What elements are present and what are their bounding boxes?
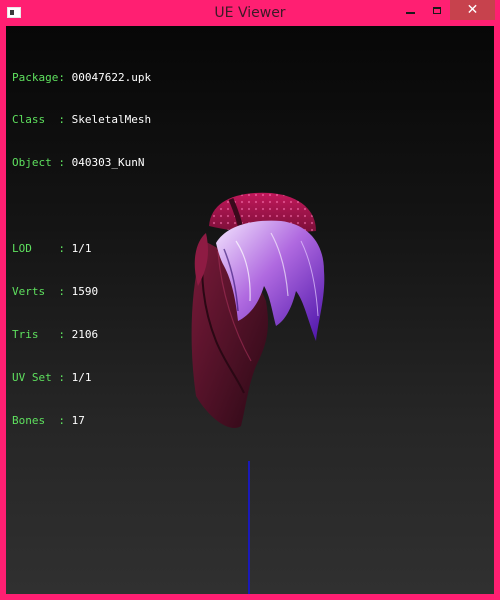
info-row-bones: Bones : 17 [12,414,151,428]
info-row-uvset: UV Set : 1/1 [12,371,151,385]
bones-value: 17 [71,413,85,427]
info-row-tris: Tris : 2106 [12,328,151,342]
close-button[interactable]: ✕ [450,0,495,20]
info-row-package: Package: 00047622.upk [12,71,151,85]
skeletal-mesh-model[interactable] [176,171,336,436]
uvset-value: 1/1 [71,370,92,384]
lod-value: 1/1 [71,242,92,256]
close-icon: ✕ [466,2,479,18]
bones-label: Bones : [12,413,65,427]
info-row-object: Object : 040303_KunN [12,156,151,170]
minimize-icon [406,12,415,14]
class-label: Class : [12,113,65,127]
info-row-lod: LOD : 1/1 [12,242,151,256]
info-row-verts: Verts : 1590 [12,285,151,299]
info-spacer [12,199,151,213]
package-label: Package: [12,70,65,84]
maximize-button[interactable] [424,0,450,20]
3d-viewport[interactable]: Package: 00047622.upk Class : SkeletalMe… [6,26,494,594]
verts-value: 1590 [71,285,99,299]
maximize-icon [433,6,441,14]
package-value: 00047622.upk [71,70,152,84]
object-label: Object : [12,156,65,170]
class-value: SkeletalMesh [71,113,152,127]
title-bar[interactable]: UE Viewer ✕ [0,0,500,26]
info-row-class: Class : SkeletalMesh [12,113,151,127]
lod-label: LOD : [12,242,65,256]
uvset-label: UV Set : [12,370,65,384]
minimize-button[interactable] [397,0,424,20]
tris-value: 2106 [71,327,99,341]
app-window: UE Viewer ✕ Package: 00047622.upk Class … [0,0,500,600]
verts-label: Verts : [12,285,65,299]
object-value: 040303_KunN [71,156,145,170]
mesh-info-overlay: Package: 00047622.upk Class : SkeletalMe… [12,42,151,457]
z-axis-line [248,461,250,594]
tris-label: Tris : [12,327,65,341]
